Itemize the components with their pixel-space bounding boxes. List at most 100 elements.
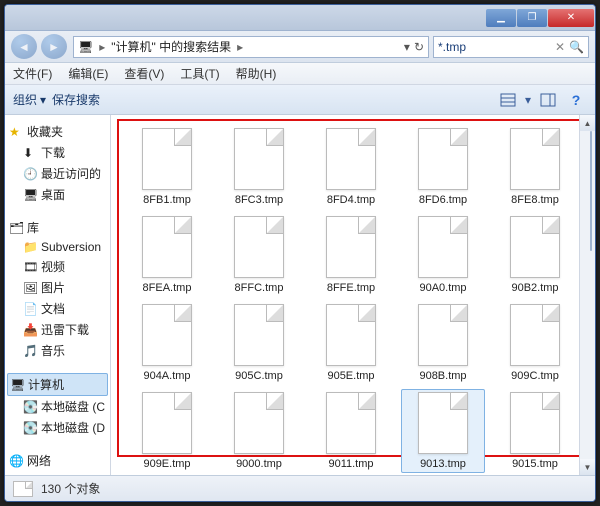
sidebar-item-recent[interactable]: 🕘最近访问的 bbox=[7, 163, 108, 184]
drive-icon: 💽 bbox=[23, 421, 37, 435]
clear-icon[interactable]: ✕ bbox=[555, 40, 565, 54]
file-item[interactable]: 9013.tmp bbox=[401, 389, 485, 473]
search-icon[interactable]: 🔍 bbox=[569, 40, 584, 54]
sidebar-computer[interactable]: 🖥 计算机 bbox=[7, 373, 108, 396]
scroll-down-icon[interactable]: ▼ bbox=[580, 459, 595, 475]
menu-help[interactable]: 帮助(H) bbox=[236, 65, 277, 82]
sidebar-libraries[interactable]: 🗂 库 bbox=[7, 217, 108, 238]
sidebar-label: 计算机 bbox=[28, 376, 64, 393]
chevron-down-icon: ▾ bbox=[40, 93, 46, 107]
breadcrumb[interactable]: 🖥 ▸ "计算机" 中的搜索结果 ▸ ▾ ↻ bbox=[73, 36, 429, 58]
file-item[interactable]: 9015.tmp bbox=[493, 389, 577, 473]
file-item[interactable]: 8FB1.tmp bbox=[125, 125, 209, 209]
help-icon[interactable]: ? bbox=[565, 89, 587, 111]
file-item[interactable]: 90A0.tmp bbox=[401, 213, 485, 297]
file-pane[interactable]: 8FB1.tmp8FC3.tmp 8FD4.tmp 8FD6.tmp 8FE8.tmp… bbox=[111, 115, 595, 475]
sidebar-item-subversion[interactable]: 📁Subversion bbox=[7, 238, 108, 256]
file-icon bbox=[142, 216, 192, 278]
refresh-icon[interactable]: ↻ bbox=[414, 40, 424, 54]
file-item[interactable]: 904A.tmp bbox=[125, 301, 209, 385]
file-name: 8FD6.tmp bbox=[419, 194, 467, 206]
close-button[interactable]: ✕ bbox=[548, 9, 594, 27]
sidebar-item-downloads[interactable]: ⬇下载 bbox=[7, 142, 108, 163]
file-name: 909E.tmp bbox=[143, 458, 190, 470]
file-icon bbox=[326, 216, 376, 278]
sidebar-item-music[interactable]: 🎵音乐 bbox=[7, 340, 108, 361]
file-name: 908B.tmp bbox=[419, 370, 466, 382]
file-icon bbox=[510, 392, 560, 454]
menu-file[interactable]: 文件(F) bbox=[13, 65, 52, 82]
sidebar-item-label: 下载 bbox=[41, 144, 65, 161]
sidebar-item-xunlei[interactable]: 📥迅雷下载 bbox=[7, 319, 108, 340]
music-icon: 🎵 bbox=[23, 344, 37, 358]
file-name: 904A.tmp bbox=[143, 370, 190, 382]
toolbar: 组织 ▾ 保存搜索 ▾ ? bbox=[5, 85, 595, 115]
sidebar-network[interactable]: 🌐 网络 bbox=[7, 450, 108, 471]
file-icon bbox=[326, 128, 376, 190]
explorer-window: ▁ ❐ ✕ ◄ ► 🖥 ▸ "计算机" 中的搜索结果 ▸ ▾ ↻ ✕ 🔍 文件(… bbox=[4, 4, 596, 502]
file-item[interactable]: 908B.tmp bbox=[401, 301, 485, 385]
picture-icon: 🖼 bbox=[23, 281, 37, 295]
status-text: 130 个对象 bbox=[41, 480, 100, 497]
file-item[interactable]: 8FD6.tmp bbox=[401, 125, 485, 209]
menu-tools[interactable]: 工具(T) bbox=[180, 65, 219, 82]
file-item[interactable]: 8FFC.tmp bbox=[217, 213, 301, 297]
file-icon bbox=[234, 128, 284, 190]
save-search-button[interactable]: 保存搜索 bbox=[52, 91, 100, 108]
scrollbar-vertical[interactable]: ▲ ▼ bbox=[579, 115, 595, 475]
sidebar-item-label: Subversion bbox=[41, 240, 101, 254]
back-button[interactable]: ◄ bbox=[11, 34, 37, 59]
file-grid: 8FB1.tmp8FC3.tmp 8FD4.tmp 8FD6.tmp 8FE8.tmp… bbox=[125, 125, 577, 451]
preview-pane-button[interactable] bbox=[537, 89, 559, 111]
sidebar-label: 网络 bbox=[27, 452, 51, 469]
recent-icon: 🕘 bbox=[23, 167, 37, 181]
sidebar-item-pictures[interactable]: 🖼图片 bbox=[7, 277, 108, 298]
desktop-icon: 🖥 bbox=[23, 188, 37, 202]
file-name: 8FD4.tmp bbox=[327, 194, 375, 206]
scroll-up-icon[interactable]: ▲ bbox=[580, 115, 595, 131]
search-box[interactable]: ✕ 🔍 bbox=[433, 36, 589, 58]
menu-view[interactable]: 查看(V) bbox=[124, 65, 164, 82]
file-item[interactable]: 8FEA.tmp bbox=[125, 213, 209, 297]
file-name: 905E.tmp bbox=[327, 370, 374, 382]
scroll-thumb[interactable] bbox=[590, 131, 592, 251]
file-item[interactable]: 905E.tmp bbox=[309, 301, 393, 385]
organize-button[interactable]: 组织 ▾ bbox=[13, 91, 46, 108]
sidebar-favorites[interactable]: ★ 收藏夹 bbox=[7, 121, 108, 142]
file-name: 909C.tmp bbox=[511, 370, 559, 382]
file-item[interactable]: 90B2.tmp bbox=[493, 213, 577, 297]
maximize-button[interactable]: ❐ bbox=[517, 9, 547, 27]
file-item[interactable]: 9011.tmp bbox=[309, 389, 393, 473]
star-icon: ★ bbox=[9, 125, 23, 139]
download-icon: 📥 bbox=[23, 323, 37, 337]
sidebar-item-desktop[interactable]: 🖥桌面 bbox=[7, 184, 108, 205]
file-item[interactable]: 909C.tmp bbox=[493, 301, 577, 385]
file-item[interactable]: 8FD4.tmp bbox=[309, 125, 393, 209]
sidebar-item-drive-c[interactable]: 💽本地磁盘 (C bbox=[7, 396, 108, 417]
body: ★ 收藏夹 ⬇下载 🕘最近访问的 🖥桌面 🗂 库 📁Subversion 🎞视频… bbox=[5, 115, 595, 475]
file-item[interactable]: 909E.tmp bbox=[125, 389, 209, 473]
file-name: 8FEA.tmp bbox=[143, 282, 192, 294]
file-item[interactable]: 8FE8.tmp bbox=[493, 125, 577, 209]
search-input[interactable] bbox=[438, 40, 551, 54]
file-icon bbox=[418, 216, 468, 278]
file-item[interactable]: 9000.tmp bbox=[217, 389, 301, 473]
menu-edit[interactable]: 编辑(E) bbox=[68, 65, 108, 82]
sidebar-item-video[interactable]: 🎞视频 bbox=[7, 256, 108, 277]
view-options-button[interactable] bbox=[497, 89, 519, 111]
sidebar-item-label: 本地磁盘 (C bbox=[41, 398, 105, 415]
file-item[interactable]: 8FFE.tmp bbox=[309, 213, 393, 297]
sidebar-label: 收藏夹 bbox=[27, 123, 63, 140]
file-name: 9000.tmp bbox=[236, 458, 282, 470]
forward-button[interactable]: ► bbox=[41, 34, 67, 59]
file-item[interactable]: 905C.tmp bbox=[217, 301, 301, 385]
sidebar-item-label: 视频 bbox=[41, 258, 65, 275]
minimize-button[interactable]: ▁ bbox=[486, 9, 516, 27]
chevron-down-icon[interactable]: ▾ bbox=[525, 93, 531, 107]
sidebar-item-documents[interactable]: 📄文档 bbox=[7, 298, 108, 319]
chevron-down-icon[interactable]: ▾ bbox=[404, 40, 410, 54]
file-icon bbox=[234, 304, 284, 366]
menubar: 文件(F) 编辑(E) 查看(V) 工具(T) 帮助(H) bbox=[5, 63, 595, 85]
file-item[interactable]: 8FC3.tmp bbox=[217, 125, 301, 209]
sidebar-item-drive-d[interactable]: 💽本地磁盘 (D bbox=[7, 417, 108, 438]
